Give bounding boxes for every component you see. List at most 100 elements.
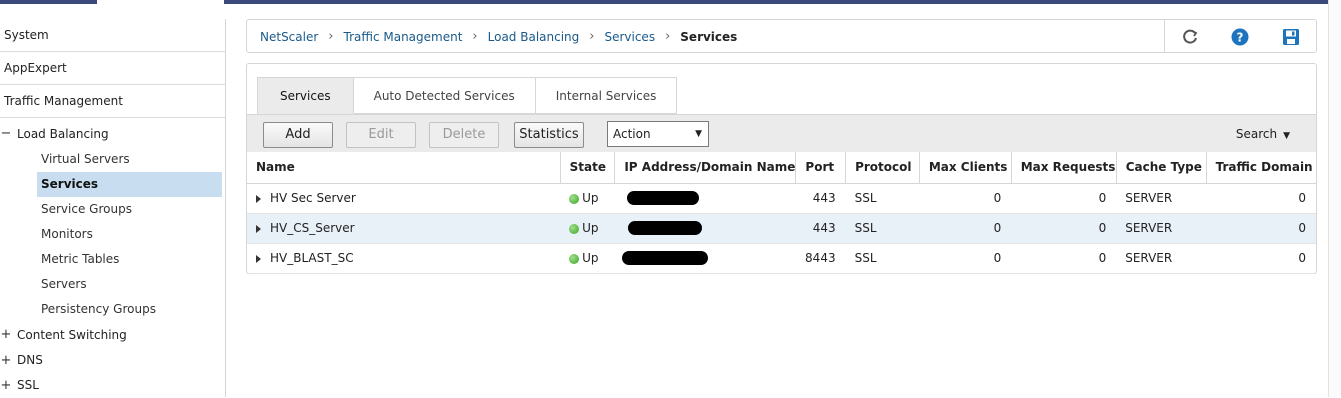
nav-sub-monitors[interactable]: Monitors: [0, 222, 225, 247]
nav-item-traffic-management[interactable]: Traffic Management: [0, 85, 225, 118]
redacted-ip-address: [626, 191, 699, 206]
breadcrumb-netscaler[interactable]: NetScaler: [260, 20, 318, 54]
service-max-requests: 0: [1011, 183, 1117, 214]
nav-group-label: Load Balancing: [17, 127, 109, 141]
service-max-clients: 0: [919, 213, 1012, 244]
svg-text:?: ?: [1237, 30, 1244, 44]
refresh-icon[interactable]: [1180, 27, 1200, 47]
table-header-row: Name State IP Address/Domain Name Port P…: [247, 152, 1316, 184]
service-port: 8443: [795, 243, 846, 274]
table-row[interactable]: HV Sec Server Up 443 SSL 0 0 SERVER 0: [247, 183, 1316, 214]
services-panel: Services Auto Detected Services Internal…: [246, 63, 1317, 274]
nav-sub-service-groups[interactable]: Service Groups: [0, 197, 225, 222]
col-header-state[interactable]: State: [560, 152, 616, 184]
expand-icon[interactable]: +: [0, 348, 12, 373]
search-menu[interactable]: Search ▼: [1236, 115, 1290, 153]
service-max-clients: 0: [919, 243, 1012, 274]
service-name: HV Sec Server: [270, 191, 356, 205]
chevron-down-icon: ▼: [1283, 131, 1290, 141]
nav-group-label: Content Switching: [17, 328, 127, 342]
chevron-down-icon: ▼: [695, 129, 702, 139]
tab-strip: Services Auto Detected Services Internal…: [257, 77, 678, 114]
nav-sub-persistency-groups[interactable]: Persistency Groups: [0, 297, 225, 322]
col-header-cache-type[interactable]: Cache Type: [1116, 152, 1207, 184]
scrollbar[interactable]: [1328, 0, 1341, 397]
edit-button[interactable]: Edit: [346, 122, 416, 148]
service-cache-type: SERVER: [1116, 183, 1207, 214]
save-icon[interactable]: [1281, 27, 1301, 47]
service-port: 443: [795, 213, 846, 244]
navigation-sidebar: System AppExpert Traffic Management − Lo…: [0, 19, 226, 397]
expand-row-icon[interactable]: [256, 194, 261, 203]
tab-services[interactable]: Services: [257, 77, 354, 114]
nav-sub-servers[interactable]: Servers: [0, 272, 225, 297]
service-name: HV_CS_Server: [270, 221, 355, 235]
service-port: 443: [795, 183, 846, 214]
help-icon[interactable]: ?: [1230, 27, 1250, 47]
chevron-right-icon: ›: [665, 29, 671, 44]
col-header-max-clients[interactable]: Max Clients: [919, 152, 1012, 184]
expand-row-icon[interactable]: [256, 224, 261, 233]
col-header-ip-address[interactable]: IP Address/Domain Name: [614, 152, 797, 184]
breadcrumb-bar: NetScaler › Traffic Management › Load Ba…: [246, 19, 1317, 53]
expand-icon[interactable]: +: [0, 373, 12, 398]
service-max-requests: 0: [1011, 213, 1117, 244]
services-table: Name State IP Address/Domain Name Port P…: [247, 152, 1316, 274]
service-protocol: SSL: [845, 213, 920, 244]
nav-group-content-switching[interactable]: + Content Switching: [0, 322, 225, 348]
nav-group-label: DNS: [17, 353, 43, 367]
service-traffic-domain: 0: [1206, 243, 1316, 274]
breadcrumb: NetScaler › Traffic Management › Load Ba…: [260, 20, 737, 54]
nav-group-dns[interactable]: + DNS: [0, 348, 225, 373]
service-state: Up: [582, 191, 599, 205]
nav-item-appexpert[interactable]: AppExpert: [0, 52, 225, 85]
add-button[interactable]: Add: [263, 122, 333, 148]
service-max-requests: 0: [1011, 243, 1117, 274]
status-up-icon: [569, 253, 580, 264]
nav-sub-services[interactable]: Services: [37, 172, 222, 197]
nav-sub-virtual-servers[interactable]: Virtual Servers: [0, 147, 225, 172]
breadcrumb-traffic-management[interactable]: Traffic Management: [344, 20, 463, 54]
col-header-protocol[interactable]: Protocol: [845, 152, 920, 184]
service-traffic-domain: 0: [1206, 183, 1316, 214]
service-state: Up: [582, 251, 599, 265]
service-cache-type: SERVER: [1116, 213, 1207, 244]
col-header-port[interactable]: Port: [795, 152, 847, 184]
chevron-right-icon: ›: [589, 29, 595, 44]
statistics-button[interactable]: Statistics: [514, 122, 584, 148]
col-header-max-requests[interactable]: Max Requests: [1011, 152, 1117, 184]
expand-icon[interactable]: +: [0, 322, 12, 348]
col-header-name[interactable]: Name: [247, 152, 561, 184]
service-protocol: SSL: [845, 183, 920, 214]
tab-internal-services[interactable]: Internal Services: [535, 77, 678, 114]
toolbar-icons: ?: [1164, 20, 1316, 53]
breadcrumb-services[interactable]: Services: [604, 20, 655, 54]
service-cache-type: SERVER: [1116, 243, 1207, 274]
service-traffic-domain: 0: [1206, 213, 1316, 244]
action-dropdown[interactable]: Action ▼: [607, 121, 709, 147]
breadcrumb-load-balancing[interactable]: Load Balancing: [488, 20, 580, 54]
service-protocol: SSL: [845, 243, 920, 274]
search-label: Search: [1235, 127, 1278, 141]
service-state: Up: [582, 221, 599, 235]
collapse-icon[interactable]: −: [0, 121, 12, 147]
nav-item-system[interactable]: System: [0, 19, 225, 52]
nav-sub-metric-tables[interactable]: Metric Tables: [0, 247, 225, 272]
chevron-right-icon: ›: [328, 29, 334, 44]
top-accent-bar-left: [0, 0, 97, 4]
expand-row-icon[interactable]: [256, 254, 261, 263]
breadcrumb-current: Services: [680, 30, 738, 44]
nav-group-load-balancing[interactable]: − Load Balancing: [0, 121, 225, 147]
service-max-clients: 0: [919, 183, 1012, 214]
delete-button[interactable]: Delete: [429, 122, 499, 148]
redacted-ip-address: [627, 221, 702, 236]
service-name: HV_BLAST_SC: [270, 251, 354, 265]
col-header-traffic-domain[interactable]: Traffic Domain: [1206, 152, 1316, 184]
table-row[interactable]: HV_BLAST_SC Up 8443 SSL 0 0 SERVER 0: [247, 243, 1316, 274]
action-dropdown-value: Action: [613, 127, 651, 141]
table-row[interactable]: HV_CS_Server Up 443 SSL 0 0 SERVER 0: [247, 213, 1316, 244]
nav-group-ssl[interactable]: + SSL: [0, 373, 225, 398]
redacted-ip-address: [621, 251, 708, 266]
status-up-icon: [569, 223, 580, 234]
tab-auto-detected-services[interactable]: Auto Detected Services: [353, 77, 536, 114]
